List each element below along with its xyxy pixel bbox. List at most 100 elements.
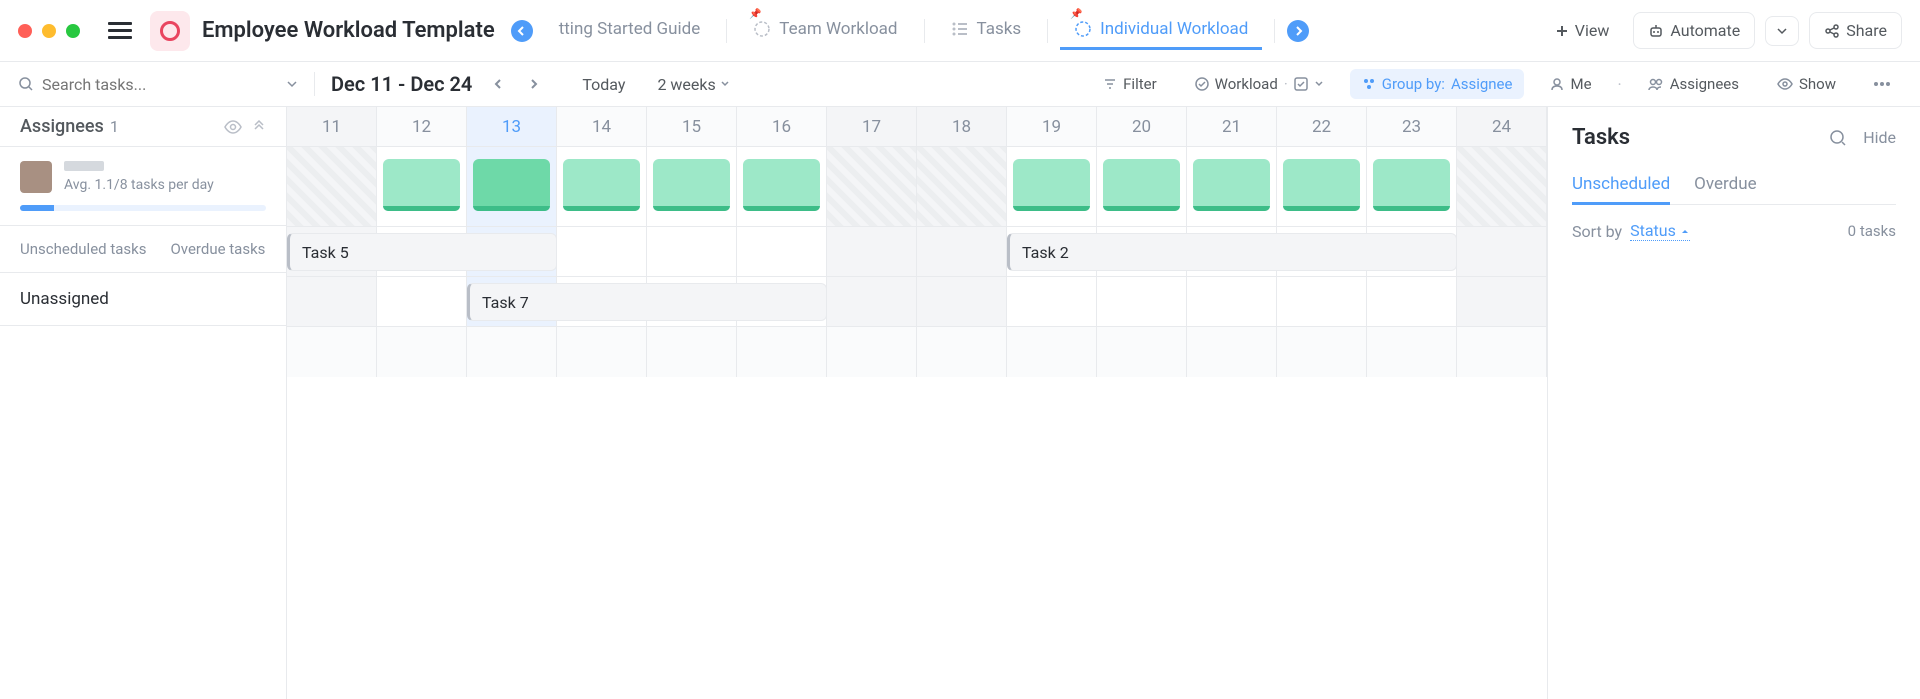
calendar-cell[interactable] [1277, 327, 1367, 377]
automate-dropdown[interactable] [1765, 16, 1799, 46]
calendar-cell[interactable] [1367, 327, 1457, 377]
workload-cell[interactable] [1367, 147, 1457, 226]
task-bar[interactable]: Task 5 [287, 233, 557, 271]
calendar-cell[interactable] [1367, 277, 1457, 326]
more-options-button[interactable] [1862, 76, 1902, 92]
workload-cell[interactable] [917, 147, 1007, 226]
show-button[interactable]: Show [1765, 69, 1848, 99]
overdue-tasks-link[interactable]: Overdue tasks [170, 240, 265, 258]
task-bar[interactable]: Task 7 [467, 283, 827, 321]
workload-cell[interactable] [1187, 147, 1277, 226]
workload-cell[interactable] [557, 147, 647, 226]
unscheduled-tasks-link[interactable]: Unscheduled tasks [20, 240, 146, 258]
workload-cell[interactable] [287, 147, 377, 226]
maximize-window-icon[interactable] [66, 24, 80, 38]
workload-cell[interactable] [1457, 147, 1547, 226]
calendar-cell[interactable] [917, 227, 1007, 276]
panel-header: Tasks Hide [1572, 125, 1896, 150]
prev-period-button[interactable] [486, 71, 512, 97]
tab-getting-started[interactable]: tting Started Guide [545, 11, 715, 50]
assignee-row[interactable]: Avg. 1.1/8 tasks per day [0, 147, 286, 226]
calendar-cell[interactable] [1007, 327, 1097, 377]
view-button[interactable]: View [1541, 13, 1624, 48]
workload-block[interactable] [563, 159, 640, 211]
visibility-icon[interactable] [224, 120, 242, 134]
calendar-cell[interactable] [1097, 277, 1187, 326]
calendar-cell[interactable] [737, 227, 827, 276]
tab-team-workload[interactable]: 📌 Team Workload [739, 11, 911, 50]
workload-cell[interactable] [467, 147, 557, 226]
calendar-cell[interactable] [827, 227, 917, 276]
workload-cell[interactable] [1097, 147, 1187, 226]
calendar-cell[interactable] [737, 327, 827, 377]
hide-panel-button[interactable]: Hide [1863, 128, 1896, 147]
workload-cell[interactable] [647, 147, 737, 226]
calendar-cell[interactable] [467, 327, 557, 377]
search-input[interactable] [42, 75, 278, 94]
tabs-scroll-left-icon[interactable] [511, 20, 533, 42]
workload-cell[interactable] [1277, 147, 1367, 226]
calendar-cell[interactable] [557, 327, 647, 377]
tab-unscheduled[interactable]: Unscheduled [1572, 166, 1670, 205]
workload-block[interactable] [473, 159, 550, 211]
workload-block[interactable] [1103, 159, 1180, 211]
tab-overdue[interactable]: Overdue [1694, 166, 1756, 205]
calendar-cell[interactable] [917, 327, 1007, 377]
group-by-button[interactable]: Group by: Assignee [1350, 69, 1525, 99]
menu-icon[interactable] [102, 16, 138, 45]
checkbox-icon[interactable] [1294, 77, 1308, 91]
calendar-cell[interactable] [827, 327, 917, 377]
workload-block[interactable] [1373, 159, 1450, 211]
assignees-button[interactable]: Assignees [1636, 69, 1751, 99]
workload-button[interactable]: Workload · [1183, 69, 1336, 99]
calendar-cell[interactable] [1007, 277, 1097, 326]
next-period-button[interactable] [520, 71, 546, 97]
calendar-cell[interactable] [1457, 327, 1547, 377]
collapse-icon[interactable] [252, 120, 266, 134]
workload-block[interactable] [653, 159, 730, 211]
chevron-down-icon[interactable] [1314, 79, 1324, 89]
tab-tasks[interactable]: Tasks [937, 11, 1036, 50]
workload-block[interactable] [743, 159, 820, 211]
workload-cell[interactable] [377, 147, 467, 226]
calendar-cell[interactable] [827, 277, 917, 326]
automate-button[interactable]: Automate [1633, 12, 1755, 49]
calendar-cell[interactable] [377, 327, 467, 377]
today-button[interactable]: Today [582, 75, 625, 94]
calendar-cell[interactable] [647, 227, 737, 276]
search-icon[interactable] [1829, 129, 1847, 147]
workload-cell[interactable] [737, 147, 827, 226]
calendar-cell[interactable] [287, 277, 377, 326]
share-button[interactable]: Share [1809, 12, 1902, 49]
workload-block[interactable] [1193, 159, 1270, 211]
filter-button[interactable]: Filter [1091, 69, 1169, 99]
close-window-icon[interactable] [18, 24, 32, 38]
calendar-cell[interactable] [287, 327, 377, 377]
calendar-cell[interactable] [377, 277, 467, 326]
sort-selector[interactable]: Status [1630, 221, 1690, 241]
timespan-selector[interactable]: 2 weeks [657, 75, 729, 94]
calendar-cell[interactable] [1187, 327, 1277, 377]
unassigned-row[interactable]: Unassigned [0, 273, 286, 326]
calendar-cell[interactable] [1097, 327, 1187, 377]
calendar-cell[interactable] [1457, 277, 1547, 326]
workload-block[interactable] [1283, 159, 1360, 211]
tabs-scroll-right-icon[interactable] [1287, 20, 1309, 42]
workspace-logo[interactable] [150, 11, 190, 51]
task-bar[interactable]: Task 2 [1007, 233, 1457, 271]
workload-cell[interactable] [1007, 147, 1097, 226]
workload-cell[interactable] [827, 147, 917, 226]
chevron-down-icon[interactable] [286, 78, 298, 90]
me-button[interactable]: Me [1538, 69, 1603, 99]
workload-block[interactable] [1013, 159, 1090, 211]
calendar-cell[interactable] [1277, 277, 1367, 326]
workload-block[interactable] [383, 159, 460, 211]
calendar-cell[interactable] [917, 277, 1007, 326]
calendar-cell[interactable] [557, 227, 647, 276]
tab-individual-workload[interactable]: 📌 Individual Workload [1060, 11, 1262, 50]
calendar-cell[interactable] [1457, 227, 1547, 276]
calendar-cell[interactable] [647, 327, 737, 377]
search-box[interactable] [18, 75, 298, 94]
minimize-window-icon[interactable] [42, 24, 56, 38]
calendar-cell[interactable] [1187, 277, 1277, 326]
